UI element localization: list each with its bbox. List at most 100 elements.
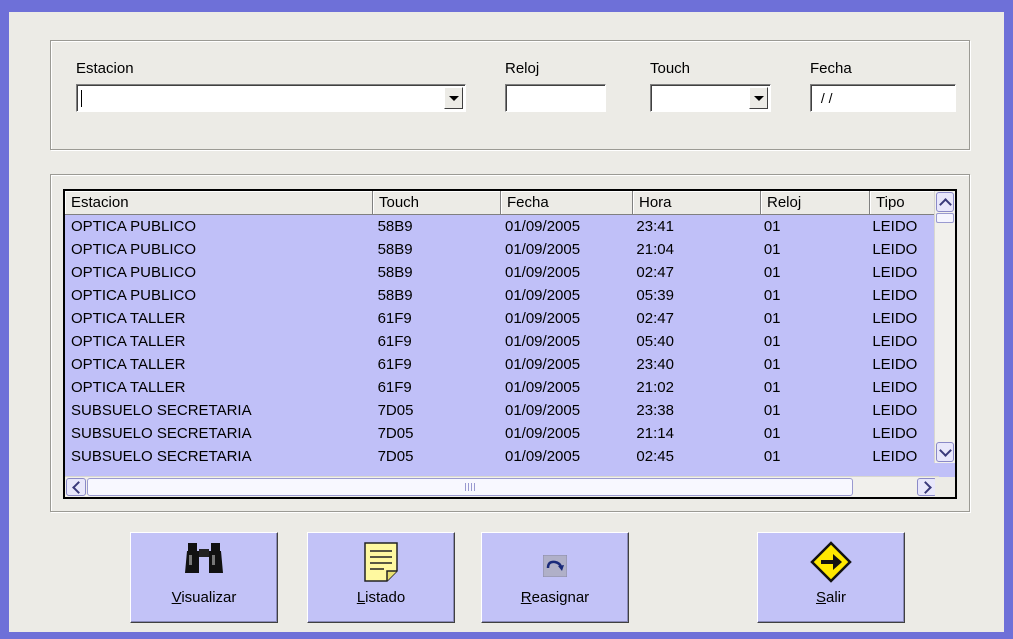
cell-hora: 02:47 [636, 310, 674, 327]
table-row[interactable]: OPTICA PUBLICO 58B9 01/09/2005 02:47 01 LEIDO [65, 261, 939, 284]
column-header-hora[interactable]: Hora [633, 191, 761, 215]
scroll-right-button[interactable] [917, 478, 937, 496]
table-row[interactable]: OPTICA TALLER 61F9 01/09/2005 23:40 01 LEIDO [65, 353, 939, 376]
scroll-up-button[interactable] [936, 192, 954, 212]
horizontal-scroll-thumb[interactable] [87, 478, 853, 496]
table-row[interactable]: OPTICA PUBLICO 58B9 01/09/2005 21:04 01 LEIDO [65, 238, 939, 261]
reasignar-button[interactable]: Reasignar [481, 532, 629, 623]
estacion-label: Estacion [76, 60, 134, 77]
cell-estacion: OPTICA TALLER [71, 310, 186, 327]
cell-estacion: SUBSUELO SECRETARIA [71, 425, 252, 442]
notepad-icon [362, 541, 400, 587]
cell-touch: 58B9 [377, 264, 413, 281]
cell-hora: 02:45 [636, 448, 674, 465]
cell-tipo: LEIDO [872, 379, 918, 396]
listado-label: Listado [356, 589, 406, 606]
cell-reloj: 01 [763, 218, 781, 235]
grid-body: OPTICA PUBLICO 58B9 01/09/2005 23:41 01 LEIDO… [65, 215, 939, 467]
cell-fecha: 01/09/2005 [504, 241, 581, 258]
visualizar-button[interactable]: Visualizar [130, 532, 278, 623]
cell-hora: 05:40 [636, 333, 674, 350]
column-header-fecha[interactable]: Fecha [501, 191, 633, 215]
fecha-field[interactable]: / / [810, 84, 956, 112]
cell-hora: 23:38 [636, 402, 674, 419]
cell-hora: 02:47 [636, 264, 674, 281]
grid-header: Estacion Touch Fecha Hora Reloj Tipo [65, 191, 943, 215]
cell-touch: 7D05 [377, 425, 414, 442]
form-client-area: Estacion Reloj Touch Fecha / / Estacion … [9, 12, 1004, 632]
cell-touch: 61F9 [377, 333, 412, 350]
cell-fecha: 01/09/2005 [504, 264, 581, 281]
touch-dropdown-button[interactable] [749, 87, 768, 109]
table-row[interactable]: OPTICA TALLER 61F9 01/09/2005 05:40 01 LEIDO [65, 330, 939, 353]
cell-estacion: OPTICA TALLER [71, 356, 186, 373]
cell-estacion: SUBSUELO SECRETARIA [71, 402, 252, 419]
cell-fecha: 01/09/2005 [504, 287, 581, 304]
cell-reloj: 01 [763, 241, 781, 258]
table-row[interactable]: OPTICA TALLER 61F9 01/09/2005 21:02 01 LEIDO [65, 376, 939, 399]
cell-estacion: OPTICA TALLER [71, 333, 186, 350]
cell-touch: 58B9 [377, 241, 413, 258]
column-header-tipo[interactable]: Tipo [870, 191, 943, 215]
cell-fecha: 01/09/2005 [504, 379, 581, 396]
table-row[interactable]: SUBSUELO SECRETARIA 7D05 01/09/2005 02:45 01… [65, 445, 939, 467]
reloj-label: Reloj [505, 60, 540, 77]
cell-tipo: LEIDO [872, 310, 918, 327]
cell-fecha: 01/09/2005 [504, 333, 581, 350]
app-window: Estacion Reloj Touch Fecha / / Estacion … [0, 0, 1013, 639]
horizontal-scrollbar[interactable] [65, 476, 939, 497]
cell-hora: 23:41 [636, 218, 674, 235]
estacion-combobox[interactable] [76, 84, 466, 112]
cell-touch: 61F9 [377, 310, 412, 327]
listado-button[interactable]: Listado [307, 532, 455, 623]
cell-reloj: 01 [763, 448, 781, 465]
table-row[interactable]: OPTICA TALLER 61F9 01/09/2005 02:47 01 LEIDO [65, 307, 939, 330]
cell-reloj: 01 [763, 356, 781, 373]
cell-tipo: LEIDO [872, 448, 918, 465]
cell-fecha: 01/09/2005 [504, 218, 581, 235]
vertical-scroll-thumb[interactable] [936, 213, 954, 223]
cell-touch: 61F9 [377, 356, 412, 373]
cell-hora: 21:14 [636, 425, 674, 442]
cell-tipo: LEIDO [872, 241, 918, 258]
exit-sign-icon [810, 541, 852, 587]
cell-touch: 7D05 [377, 448, 414, 465]
column-header-reloj[interactable]: Reloj [761, 191, 870, 215]
estacion-dropdown-button[interactable] [444, 87, 463, 109]
cell-tipo: LEIDO [872, 287, 918, 304]
table-row[interactable]: OPTICA PUBLICO 58B9 01/09/2005 23:41 01 LEIDO [65, 215, 939, 238]
cell-hora: 05:39 [636, 287, 674, 304]
table-row[interactable]: OPTICA PUBLICO 58B9 01/09/2005 05:39 01 LEIDO [65, 284, 939, 307]
cell-tipo: LEIDO [872, 402, 918, 419]
cell-tipo: LEIDO [872, 356, 918, 373]
cell-fecha: 01/09/2005 [504, 402, 581, 419]
cell-hora: 21:04 [636, 241, 674, 258]
table-row[interactable]: SUBSUELO SECRETARIA 7D05 01/09/2005 23:38 01… [65, 399, 939, 422]
cell-reloj: 01 [763, 333, 781, 350]
cell-estacion: OPTICA PUBLICO [71, 287, 197, 304]
scroll-left-button[interactable] [66, 478, 86, 496]
cell-touch: 58B9 [377, 287, 413, 304]
salir-button[interactable]: Salir [757, 532, 905, 623]
cell-reloj: 01 [763, 310, 781, 327]
cell-estacion: OPTICA TALLER [71, 379, 186, 396]
cell-tipo: LEIDO [872, 218, 918, 235]
records-grid[interactable]: Estacion Touch Fecha Hora Reloj Tipo OPT… [63, 189, 957, 499]
cell-estacion: OPTICA PUBLICO [71, 264, 197, 281]
redo-arrow-icon [542, 554, 568, 581]
cell-reloj: 01 [763, 425, 781, 442]
column-header-estacion[interactable]: Estacion [65, 191, 373, 215]
chevron-up-icon [938, 197, 952, 211]
column-header-touch[interactable]: Touch [373, 191, 501, 215]
scroll-down-button[interactable] [936, 442, 954, 462]
touch-combobox[interactable] [650, 84, 771, 112]
cell-reloj: 01 [763, 402, 781, 419]
text-caret [81, 90, 82, 107]
cell-touch: 61F9 [377, 379, 412, 396]
cell-tipo: LEIDO [872, 333, 918, 350]
table-row[interactable]: SUBSUELO SECRETARIA 7D05 01/09/2005 21:14 01… [65, 422, 939, 445]
reloj-field[interactable] [505, 84, 606, 112]
cell-reloj: 01 [763, 264, 781, 281]
vertical-scrollbar[interactable] [934, 191, 955, 463]
cell-estacion: SUBSUELO SECRETARIA [71, 448, 252, 465]
